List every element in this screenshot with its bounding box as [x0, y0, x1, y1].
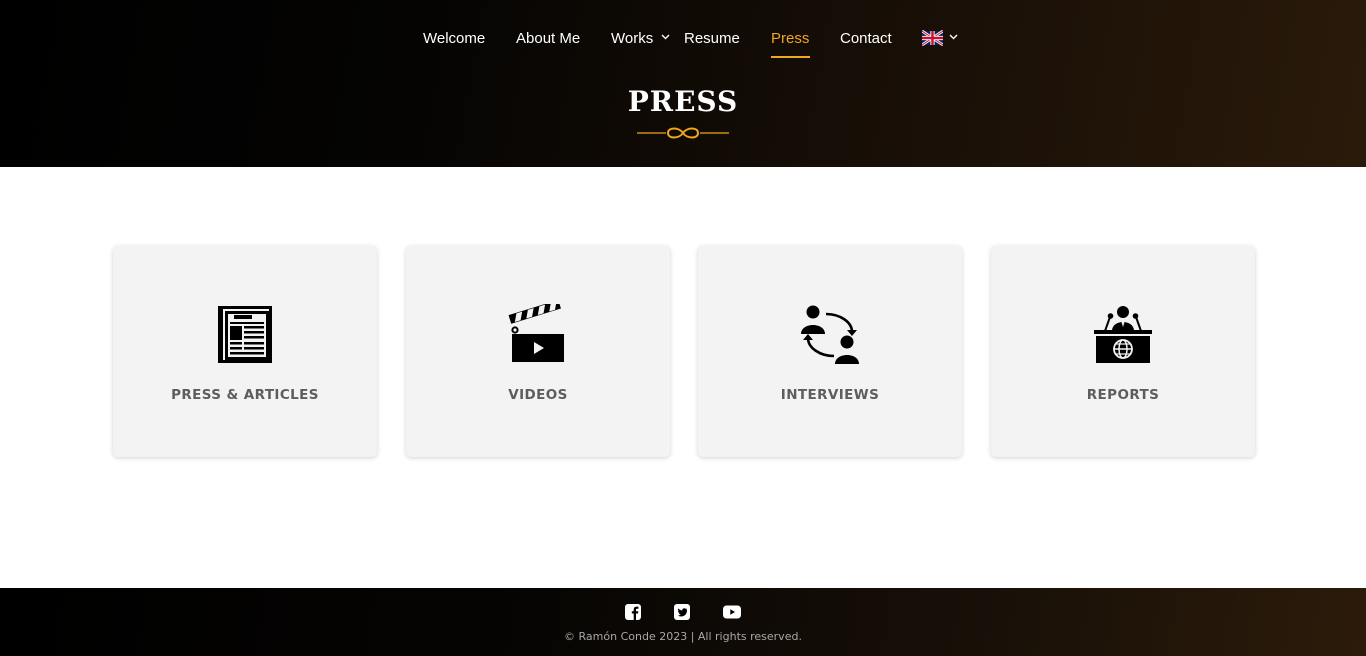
main-nav: Welcome About Me Works Resume Press Cont…: [0, 0, 1366, 78]
nav-resume[interactable]: Resume: [684, 30, 740, 48]
interview-icon: [801, 305, 859, 364]
card-label: REPORTS: [1086, 387, 1160, 403]
clapperboard-icon: [508, 304, 564, 362]
card-label: VIDEOS: [508, 387, 568, 403]
copyright-text: © Ramón Conde 2023 | All rights reserved…: [564, 630, 802, 643]
card-videos[interactable]: VIDEOS: [406, 246, 670, 457]
newspaper-icon: [218, 306, 272, 363]
nav-about-me[interactable]: About Me: [516, 30, 580, 48]
card-reports[interactable]: REPORTS: [991, 246, 1255, 457]
page-title: PRESS: [627, 85, 739, 118]
infinity-icon: [637, 127, 729, 139]
facebook-icon[interactable]: [624, 603, 642, 621]
nav-press[interactable]: Press: [771, 30, 809, 48]
nav-welcome[interactable]: Welcome: [423, 30, 485, 48]
card-interviews[interactable]: INTERVIEWS: [698, 246, 962, 457]
card-label: PRESS & ARTICLES: [171, 387, 319, 403]
card-press-articles[interactable]: PRESS & ARTICLES: [113, 246, 377, 457]
nav-contact[interactable]: Contact: [840, 30, 892, 48]
footer: © Ramón Conde 2023 | All rights reserved…: [0, 588, 1366, 656]
chevron-down-icon[interactable]: [661, 34, 670, 40]
hero-header: Welcome About Me Works Resume Press Cont…: [0, 0, 1366, 167]
uk-flag-icon[interactable]: [922, 30, 943, 46]
active-nav-underline: [771, 56, 810, 58]
card-label: INTERVIEWS: [780, 387, 880, 403]
press-conference-icon: [1094, 306, 1152, 363]
nav-works[interactable]: Works: [611, 30, 653, 48]
youtube-icon[interactable]: [723, 603, 741, 621]
twitter-icon[interactable]: [673, 603, 691, 621]
chevron-down-icon[interactable]: [949, 34, 958, 40]
